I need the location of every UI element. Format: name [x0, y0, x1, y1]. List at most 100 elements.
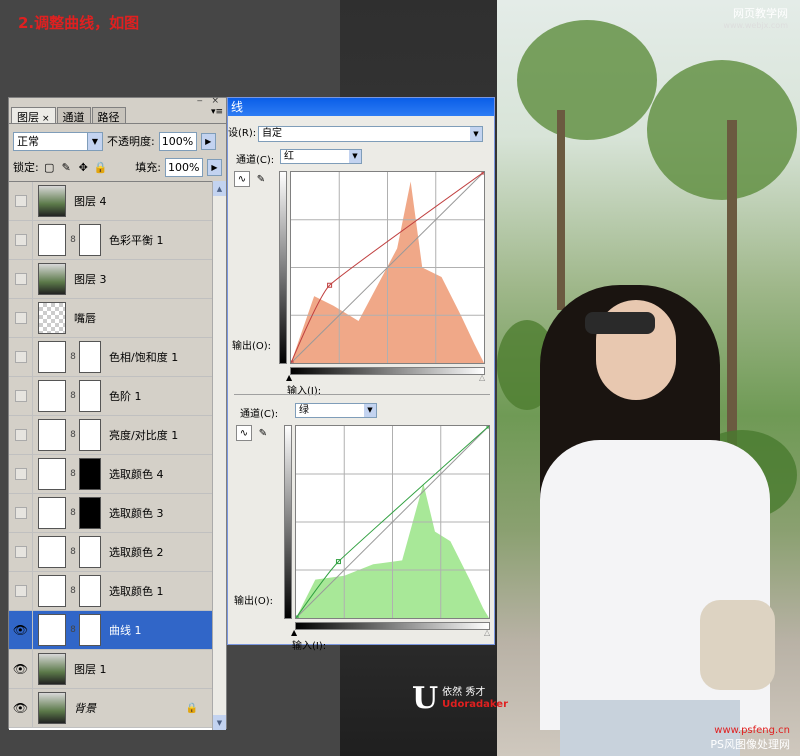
watermark-top-url: www.webjx.com: [723, 21, 788, 30]
chain-link-icon[interactable]: 8: [69, 547, 77, 557]
layer-row[interactable]: 图层 3: [9, 260, 214, 299]
chain-link-icon[interactable]: 8: [69, 391, 77, 401]
layer-row[interactable]: 8 选取颜色 3: [9, 494, 214, 533]
layer-mask-thumbnail[interactable]: [79, 380, 101, 412]
panel-menu-icon[interactable]: ▾≡: [211, 107, 226, 123]
channel-select[interactable]: 绿 ▼: [295, 403, 377, 418]
scroll-up-icon[interactable]: ▲: [213, 181, 226, 196]
layer-row[interactable]: 👁 8 曲线 1: [9, 611, 214, 650]
layer-thumbnail: [38, 653, 66, 685]
watermark-bottom-url: www.psfeng.cn: [714, 725, 790, 736]
chain-link-icon[interactable]: 8: [69, 469, 77, 479]
white-point-slider-icon[interactable]: △: [479, 373, 485, 382]
lock-image-icon[interactable]: ✎: [60, 161, 73, 174]
chevron-down-icon: ▼: [470, 127, 482, 141]
photo-bag: [700, 600, 775, 690]
curve-graph-svg: [288, 169, 487, 366]
hidden-box-icon: [14, 429, 27, 441]
chain-link-icon[interactable]: 8: [69, 586, 77, 596]
fill-label: 填充:: [135, 161, 161, 174]
output-label: 输出(O):: [232, 341, 272, 352]
layer-row[interactable]: 👁 背景 🔒: [9, 689, 214, 728]
visibility-toggle[interactable]: 👁: [9, 650, 33, 688]
layer-row[interactable]: 8 选取颜色 2: [9, 533, 214, 572]
close-icon[interactable]: ×: [42, 114, 50, 124]
layer-row[interactable]: 图层 4: [9, 182, 214, 221]
layer-mask-thumbnail[interactable]: [79, 536, 101, 568]
visibility-toggle[interactable]: [9, 182, 33, 220]
curves-dialog-title: 线: [228, 98, 494, 116]
chain-link-icon[interactable]: 8: [69, 352, 77, 362]
layer-row[interactable]: 8 亮度/对比度 1: [9, 416, 214, 455]
fill-input[interactable]: 100%: [165, 157, 203, 177]
preset-select[interactable]: 自定 ▼: [258, 126, 483, 142]
lock-all-icon[interactable]: 🔒: [94, 161, 108, 174]
visibility-toggle[interactable]: 👁: [9, 611, 33, 649]
layer-mask-thumbnail[interactable]: [79, 614, 101, 646]
output-gradient-bar: [279, 171, 287, 364]
black-point-slider-icon[interactable]: ▲: [286, 373, 292, 382]
layer-row[interactable]: 👁 图层 1: [9, 650, 214, 689]
visibility-toggle[interactable]: [9, 533, 33, 571]
visibility-toggle[interactable]: 👁: [9, 689, 33, 727]
layer-name: 图层 4: [74, 195, 107, 208]
layer-list-scrollbar[interactable]: ▲ ▼: [212, 181, 226, 730]
layer-row[interactable]: 8 选取颜色 1: [9, 572, 214, 611]
panel-window-controls[interactable]: ‒ ×: [197, 96, 222, 106]
layer-name: 亮度/对比度 1: [109, 429, 179, 442]
layer-lock-icon: 🔒: [185, 702, 198, 714]
layer-mask-thumbnail[interactable]: [79, 497, 101, 529]
visibility-toggle[interactable]: [9, 260, 33, 298]
visibility-toggle[interactable]: [9, 416, 33, 454]
layer-row[interactable]: 8 色彩平衡 1: [9, 221, 214, 260]
channel-select[interactable]: 红 ▼: [280, 149, 362, 164]
tab-layers[interactable]: 图层 ×: [11, 107, 56, 124]
visibility-toggle[interactable]: [9, 338, 33, 376]
hidden-box-icon: [14, 351, 27, 363]
curve-point-tool-icon[interactable]: ∿: [236, 425, 252, 441]
layer-thumbnail: [38, 614, 66, 646]
layer-row[interactable]: 8 色相/饱和度 1: [9, 338, 214, 377]
layer-thumbnail: [38, 497, 66, 529]
layer-mask-thumbnail[interactable]: [79, 575, 101, 607]
chain-link-icon[interactable]: 8: [69, 235, 77, 245]
layer-name: 图层 3: [74, 273, 107, 286]
layer-row[interactable]: 8 选取颜色 4: [9, 455, 214, 494]
curve-point-tool-icon[interactable]: ∿: [234, 171, 250, 187]
layer-thumbnail: [38, 302, 66, 334]
chain-link-icon[interactable]: 8: [69, 430, 77, 440]
visibility-toggle[interactable]: [9, 494, 33, 532]
pencil-tool-icon[interactable]: ✎: [253, 171, 269, 187]
layer-name: 色相/饱和度 1: [109, 351, 179, 364]
layer-row[interactable]: 8 色阶 1: [9, 377, 214, 416]
chain-link-icon[interactable]: 8: [69, 508, 77, 518]
layer-mask-thumbnail[interactable]: [79, 224, 101, 256]
layer-mask-thumbnail[interactable]: [79, 458, 101, 490]
tab-paths[interactable]: 路径: [91, 107, 126, 124]
opacity-slider-button[interactable]: ▶: [200, 132, 216, 150]
pencil-tool-icon[interactable]: ✎: [255, 425, 271, 441]
lock-position-icon[interactable]: ✥: [77, 161, 90, 174]
white-point-slider-icon[interactable]: △: [484, 628, 490, 637]
photo-glasses: [585, 312, 655, 334]
chain-link-icon[interactable]: 8: [69, 625, 77, 635]
visibility-toggle[interactable]: [9, 572, 33, 610]
visibility-toggle[interactable]: [9, 377, 33, 415]
visibility-toggle[interactable]: [9, 299, 33, 337]
blend-mode-select[interactable]: 正常 ▼: [13, 131, 103, 151]
visibility-toggle[interactable]: [9, 221, 33, 259]
lock-transparency-icon[interactable]: ▢: [43, 161, 56, 174]
layer-name: 色阶 1: [109, 390, 142, 403]
fill-slider-button[interactable]: ▶: [207, 158, 222, 176]
layer-name: 色彩平衡 1: [109, 234, 164, 247]
curve-graph[interactable]: [293, 423, 492, 621]
opacity-input[interactable]: 100%: [158, 131, 197, 151]
visibility-toggle[interactable]: [9, 455, 33, 493]
tab-channels[interactable]: 通道: [56, 107, 91, 124]
layer-mask-thumbnail[interactable]: [79, 341, 101, 373]
black-point-slider-icon[interactable]: ▲: [291, 628, 297, 637]
layer-row[interactable]: 嘴唇: [9, 299, 214, 338]
scroll-down-icon[interactable]: ▼: [213, 715, 226, 730]
curve-graph[interactable]: [288, 169, 487, 366]
layer-mask-thumbnail[interactable]: [79, 419, 101, 451]
